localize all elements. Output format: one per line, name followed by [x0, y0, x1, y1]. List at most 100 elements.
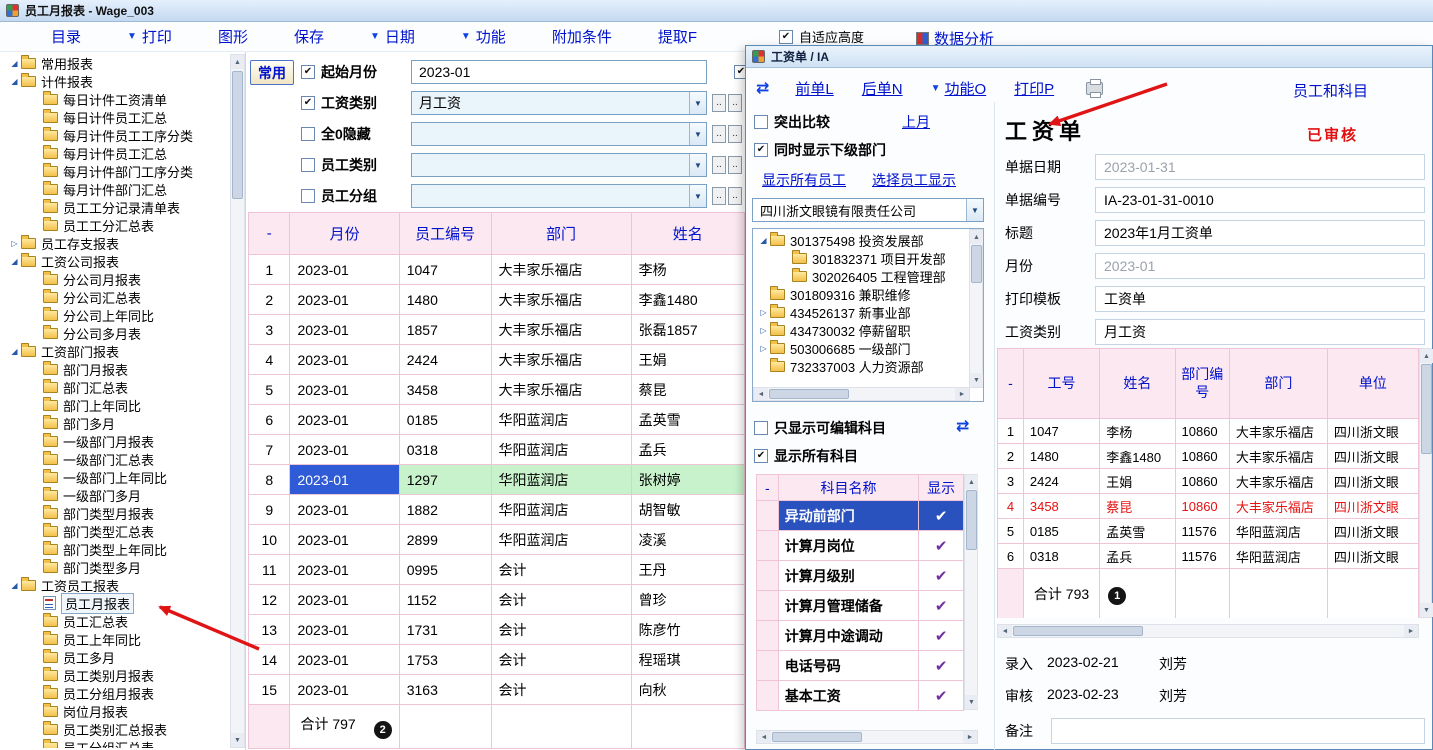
tree-item[interactable]: 员工工分记录清单表: [6, 198, 228, 216]
scroll-right-button[interactable]: ►: [955, 388, 969, 400]
tree-item[interactable]: 分公司上年同比: [6, 306, 228, 324]
tree-item[interactable]: 部门多月: [6, 414, 228, 432]
field-value[interactable]: 2023-01-31: [1095, 154, 1425, 180]
scrollbar-thumb[interactable]: [971, 245, 982, 283]
table-row[interactable]: 32023-011857大丰家乐福店张磊1857: [249, 315, 745, 345]
tree-item[interactable]: 每月计件部门工序分类: [6, 162, 228, 180]
scroll-up-button[interactable]: ▲: [231, 55, 244, 69]
left-panel-hscrollbar[interactable]: ◄ ►: [756, 730, 978, 744]
expand-icon[interactable]: ◢: [8, 77, 21, 86]
table-row[interactable]: 52023-013458大丰家乐福店蔡昆: [249, 375, 745, 405]
tree-item[interactable]: 部门上年同比: [6, 396, 228, 414]
scroll-up-button[interactable]: ▲: [965, 475, 978, 489]
ellipsis-button[interactable]: ..: [728, 94, 742, 112]
tree-item[interactable]: ▷员工存支报表: [6, 234, 228, 252]
tree-item[interactable]: 员工多月: [6, 648, 228, 666]
tree-item[interactable]: 员工汇总表: [6, 612, 228, 630]
menu-item-保存[interactable]: 保存: [271, 26, 347, 47]
scroll-down-button[interactable]: ▼: [231, 733, 244, 747]
menu-item-图形[interactable]: 图形: [195, 26, 271, 47]
scroll-down-button[interactable]: ▼: [970, 373, 983, 387]
menu-item-打印[interactable]: ▼打印: [104, 26, 195, 47]
tree-item[interactable]: 每月计件员工汇总: [6, 144, 228, 162]
dept-tree-hscrollbar[interactable]: ◄ ►: [753, 387, 970, 401]
expand-icon[interactable]: ▷: [757, 308, 770, 317]
scroll-right-button[interactable]: ►: [963, 731, 977, 743]
printer-icon[interactable]: [1086, 82, 1103, 95]
table-row[interactable]: 102023-012899华阳蓝润店凌溪: [249, 525, 745, 555]
employee-row[interactable]: 43458蔡昆10860大丰家乐福店四川浙文眼: [998, 494, 1419, 519]
ellipsis-button[interactable]: ..: [712, 94, 726, 112]
tree-item[interactable]: 部门类型月报表: [6, 504, 228, 522]
employee-row[interactable]: 60318孟兵11576华阳蓝润店四川浙文眼: [998, 544, 1419, 569]
employee-row[interactable]: 32424王娟10860大丰家乐福店四川浙文眼: [998, 469, 1419, 494]
field-value[interactable]: 2023年1月工资单: [1095, 220, 1425, 246]
overlay-menu-前单L[interactable]: 前单L: [795, 78, 833, 99]
dept-tree-item[interactable]: ▷434526137 新事业部: [755, 303, 969, 321]
combo-arrow-icon[interactable]: ▼: [689, 92, 706, 114]
show-all-subjects-checkbox[interactable]: ✔: [754, 449, 768, 463]
scroll-right-button[interactable]: ►: [1404, 625, 1418, 637]
last-month-link[interactable]: 上月: [902, 112, 930, 132]
filter-combo[interactable]: ▼: [411, 184, 707, 208]
tree-item[interactable]: 员工分组汇总表: [6, 738, 228, 748]
scrollbar-thumb[interactable]: [1013, 626, 1143, 636]
employee-row[interactable]: 50185孟英雪11576华阳蓝润店四川浙文眼: [998, 519, 1419, 544]
tree-item[interactable]: ◢常用报表: [6, 54, 228, 72]
scroll-left-button[interactable]: ◄: [998, 625, 1012, 637]
employee-subject-link[interactable]: 员工和科目: [1293, 80, 1368, 101]
scrollbar-thumb[interactable]: [769, 389, 849, 399]
overlay-menu-后单N[interactable]: 后单N: [862, 78, 903, 99]
employee-row[interactable]: 21480李鑫148010860大丰家乐福店四川浙文眼: [998, 444, 1419, 469]
tree-item[interactable]: 员工工分汇总表: [6, 216, 228, 234]
tree-item[interactable]: 员工月报表: [6, 594, 228, 612]
menu-item-日期[interactable]: ▼日期: [347, 26, 438, 47]
combo-arrow-icon[interactable]: ▼: [689, 154, 706, 176]
table-row[interactable]: 82023-011297华阳蓝润店张树婷: [249, 465, 745, 495]
filter-checkbox[interactable]: ✔: [301, 96, 315, 110]
tree-item[interactable]: 部门类型汇总表: [6, 522, 228, 540]
tree-item[interactable]: 每日计件工资清单: [6, 90, 228, 108]
overlay-menu-打印P[interactable]: 打印P: [1014, 78, 1054, 99]
menu-item-附加条件[interactable]: 附加条件: [529, 26, 635, 47]
overlay-menu-功能O[interactable]: ▼功能O: [931, 78, 987, 99]
table-row[interactable]: 122023-011152会计曾珍: [249, 585, 745, 615]
ellipsis-button[interactable]: ..: [712, 187, 726, 205]
dept-tree-item[interactable]: 302026405 工程管理部: [755, 267, 969, 285]
tree-item[interactable]: 每日计件员工汇总: [6, 108, 228, 126]
subject-visible-cell[interactable]: ✔: [919, 681, 964, 711]
filter-combo[interactable]: 月工资▼: [411, 91, 707, 115]
tree-item[interactable]: ◢工资部门报表: [6, 342, 228, 360]
subject-row[interactable]: 计算月中途调动✔: [757, 621, 964, 651]
dept-tree-vscrollbar[interactable]: ▲ ▼: [969, 229, 983, 388]
scrollbar-thumb[interactable]: [1421, 364, 1432, 454]
expand-icon[interactable]: ◢: [8, 257, 21, 266]
start-month-input[interactable]: 2023-01: [411, 60, 707, 84]
subject-vscrollbar[interactable]: ▲ ▼: [964, 474, 978, 710]
table-row[interactable]: 132023-011731会计陈彦竹: [249, 615, 745, 645]
tree-item[interactable]: 员工类别汇总报表: [6, 720, 228, 738]
subject-row[interactable]: 基本工资✔: [757, 681, 964, 711]
dept-tree-item[interactable]: 301809316 兼职维修: [755, 285, 969, 303]
employee-table-hscrollbar[interactable]: ◄ ►: [997, 624, 1419, 638]
tree-item[interactable]: 员工上年同比: [6, 630, 228, 648]
field-value[interactable]: 月工资: [1095, 319, 1425, 345]
field-value[interactable]: IA-23-01-31-0010: [1095, 187, 1425, 213]
employee-table-vscrollbar[interactable]: ▲ ▼: [1419, 348, 1432, 618]
tree-item[interactable]: 一级部门汇总表: [6, 450, 228, 468]
scroll-left-button[interactable]: ◄: [757, 731, 771, 743]
remark-input[interactable]: [1051, 718, 1425, 744]
tab-common[interactable]: 常用: [250, 60, 294, 85]
table-row[interactable]: 42023-012424大丰家乐福店王娟: [249, 345, 745, 375]
swap-icon[interactable]: ⇄: [756, 78, 769, 98]
sidebar-scrollbar[interactable]: ▲ ▼: [230, 54, 245, 748]
dept-tree-item[interactable]: ◢301375498 投资发展部: [755, 231, 969, 249]
subject-visible-cell[interactable]: ✔: [919, 531, 964, 561]
scrollbar-thumb[interactable]: [966, 490, 977, 550]
tree-item[interactable]: 员工类别月报表: [6, 666, 228, 684]
highlight-compare-checkbox[interactable]: [754, 115, 768, 129]
table-row[interactable]: 22023-011480大丰家乐福店李鑫1480: [249, 285, 745, 315]
scrollbar-thumb[interactable]: [232, 71, 243, 199]
menu-item-功能[interactable]: ▼功能: [438, 26, 529, 47]
company-select[interactable]: 四川浙文眼镜有限责任公司 ▼: [752, 198, 984, 222]
